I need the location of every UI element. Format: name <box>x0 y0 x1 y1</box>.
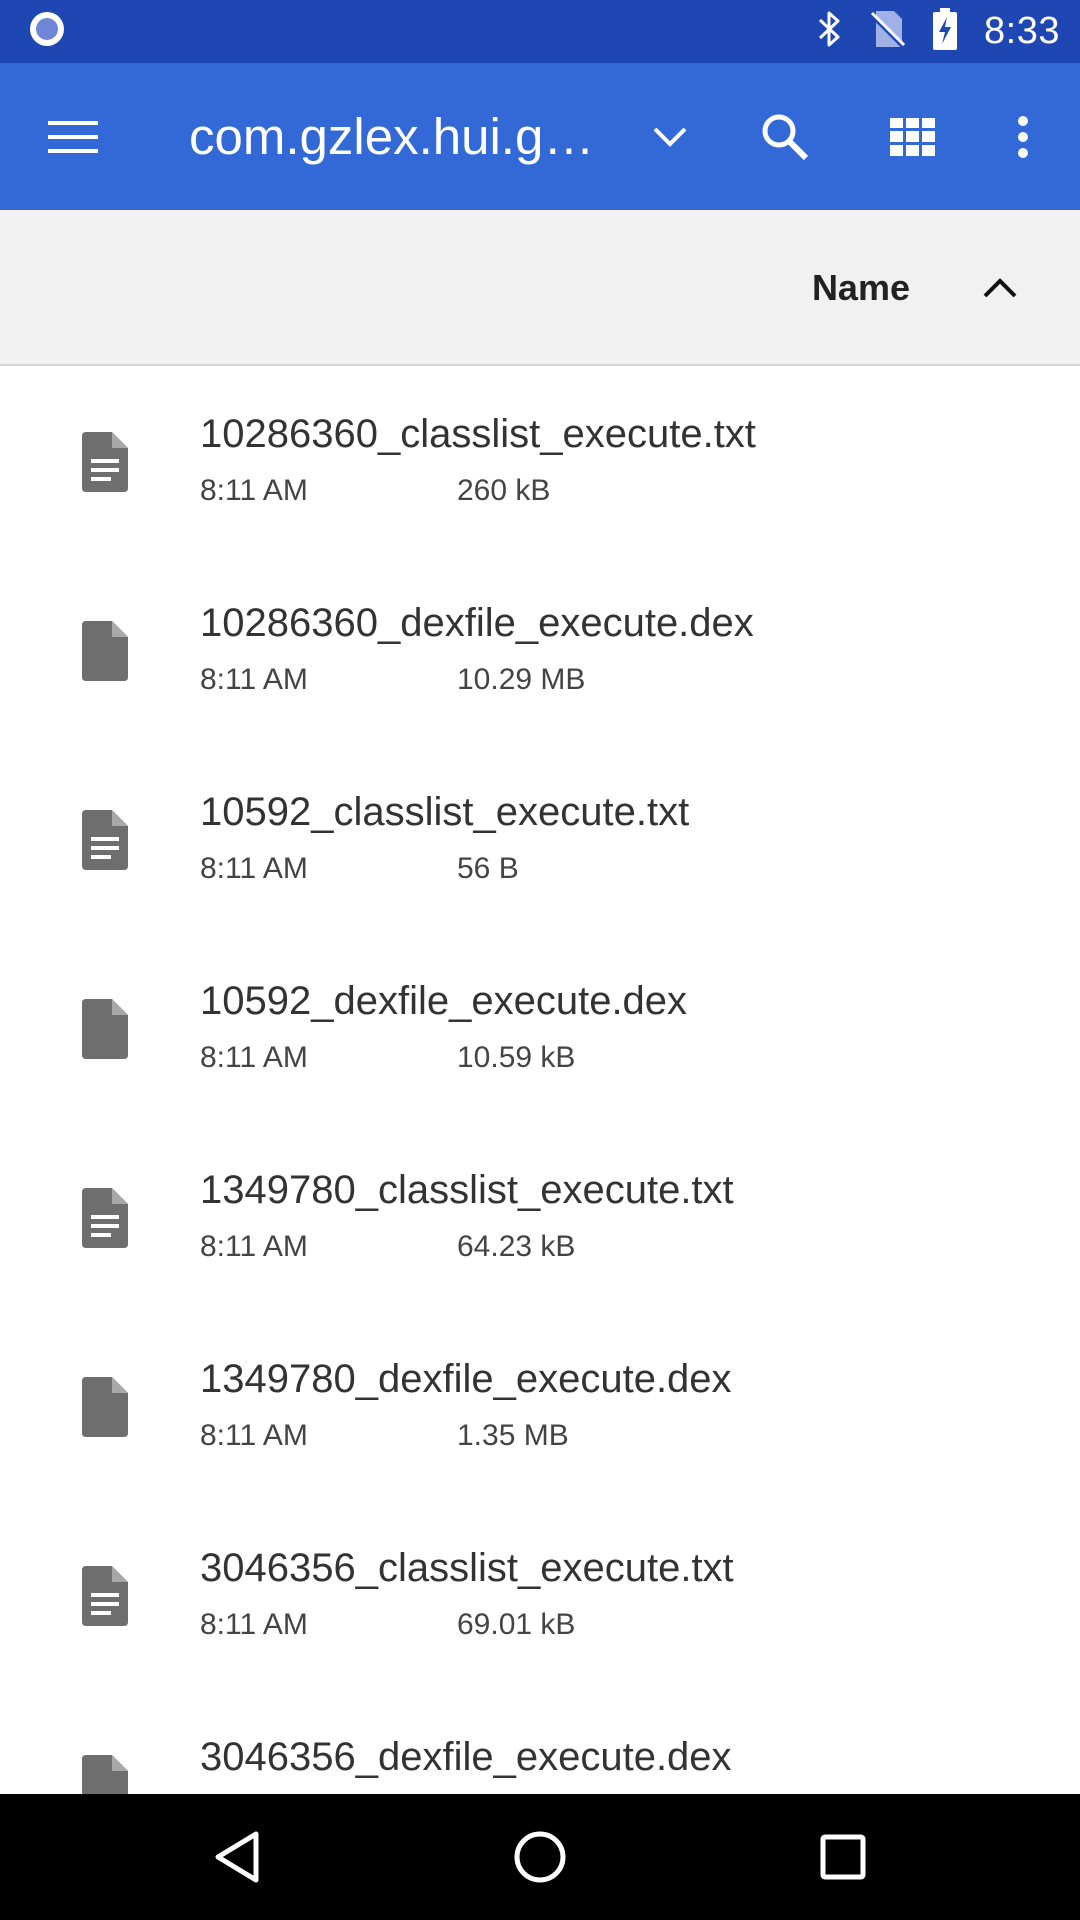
back-icon[interactable] <box>167 1794 307 1920</box>
file-time: 8:11 AM <box>200 1230 308 1263</box>
file-icon <box>80 1377 130 1437</box>
list-item[interactable]: 1349780_classlist_execute.txt 8:11 AM 64… <box>0 1122 1080 1311</box>
text-file-icon <box>80 432 130 492</box>
text-file-icon <box>80 1566 130 1626</box>
file-size: 260 kB <box>457 474 551 507</box>
sort-by-name-button[interactable]: Name <box>812 210 910 366</box>
app-notification-icon <box>28 10 66 53</box>
list-item[interactable]: 10286360_dexfile_execute.dex 8:11 AM 10.… <box>0 555 1080 744</box>
file-name: 10592_classlist_execute.txt <box>200 790 690 834</box>
file-time: 8:11 AM <box>200 474 308 507</box>
hamburger-menu-icon[interactable] <box>30 63 116 210</box>
file-size: 64.23 kB <box>457 1230 576 1263</box>
home-icon[interactable] <box>470 1794 610 1920</box>
battery-charging-icon <box>932 8 958 55</box>
sort-header: Name <box>0 210 1080 366</box>
list-item[interactable]: 10592_dexfile_execute.dex 8:11 AM 10.59 … <box>0 933 1080 1122</box>
more-vert-icon[interactable] <box>998 63 1048 210</box>
file-icon <box>80 1755 130 1794</box>
app-bar: com.gzlex.hui.g… <box>0 63 1080 210</box>
list-item[interactable]: 1349780_dexfile_execute.dex 8:11 AM 1.35… <box>0 1311 1080 1500</box>
file-time: 8:11 AM <box>200 1608 308 1641</box>
list-item[interactable]: 3046356_classlist_execute.txt 8:11 AM 69… <box>0 1500 1080 1689</box>
folder-title[interactable]: com.gzlex.hui.g… <box>189 63 609 210</box>
file-name: 10592_dexfile_execute.dex <box>200 979 688 1023</box>
file-size: 10.59 kB <box>457 1041 576 1074</box>
file-name: 3046356_dexfile_execute.dex <box>200 1735 732 1779</box>
status-bar: 8:33 <box>0 0 1080 63</box>
list-item[interactable]: 10592_classlist_execute.txt 8:11 AM 56 B <box>0 744 1080 933</box>
file-time: 8:11 AM <box>200 663 308 696</box>
bluetooth-icon <box>816 9 844 54</box>
chevron-down-icon[interactable] <box>640 63 700 210</box>
file-name: 10286360_dexfile_execute.dex <box>200 601 754 645</box>
file-icon <box>80 621 130 681</box>
search-icon[interactable] <box>750 63 820 210</box>
no-sim-icon <box>870 9 906 54</box>
file-size: 1.35 MB <box>457 1419 569 1452</box>
list-item[interactable]: 10286360_classlist_execute.txt 8:11 AM 2… <box>0 366 1080 555</box>
recents-icon[interactable] <box>773 1794 913 1920</box>
list-item[interactable]: 3046356_dexfile_execute.dex <box>0 1689 1080 1794</box>
file-name: 1349780_classlist_execute.txt <box>200 1168 734 1212</box>
file-icon <box>80 999 130 1059</box>
chevron-up-icon[interactable] <box>960 210 1040 366</box>
file-name: 3046356_classlist_execute.txt <box>200 1546 734 1590</box>
file-name: 1349780_dexfile_execute.dex <box>200 1357 732 1401</box>
file-time: 8:11 AM <box>200 852 308 885</box>
navigation-bar <box>0 1794 1080 1920</box>
text-file-icon <box>80 1188 130 1248</box>
file-size: 69.01 kB <box>457 1608 576 1641</box>
file-size: 56 B <box>457 852 519 885</box>
file-size: 10.29 MB <box>457 663 586 696</box>
file-name: 10286360_classlist_execute.txt <box>200 412 756 456</box>
file-list: 10286360_classlist_execute.txt 8:11 AM 2… <box>0 366 1080 1794</box>
grid-view-icon[interactable] <box>878 63 948 210</box>
file-time: 8:11 AM <box>200 1419 308 1452</box>
status-time: 8:33 <box>984 10 1060 52</box>
text-file-icon <box>80 810 130 870</box>
file-time: 8:11 AM <box>200 1041 308 1074</box>
